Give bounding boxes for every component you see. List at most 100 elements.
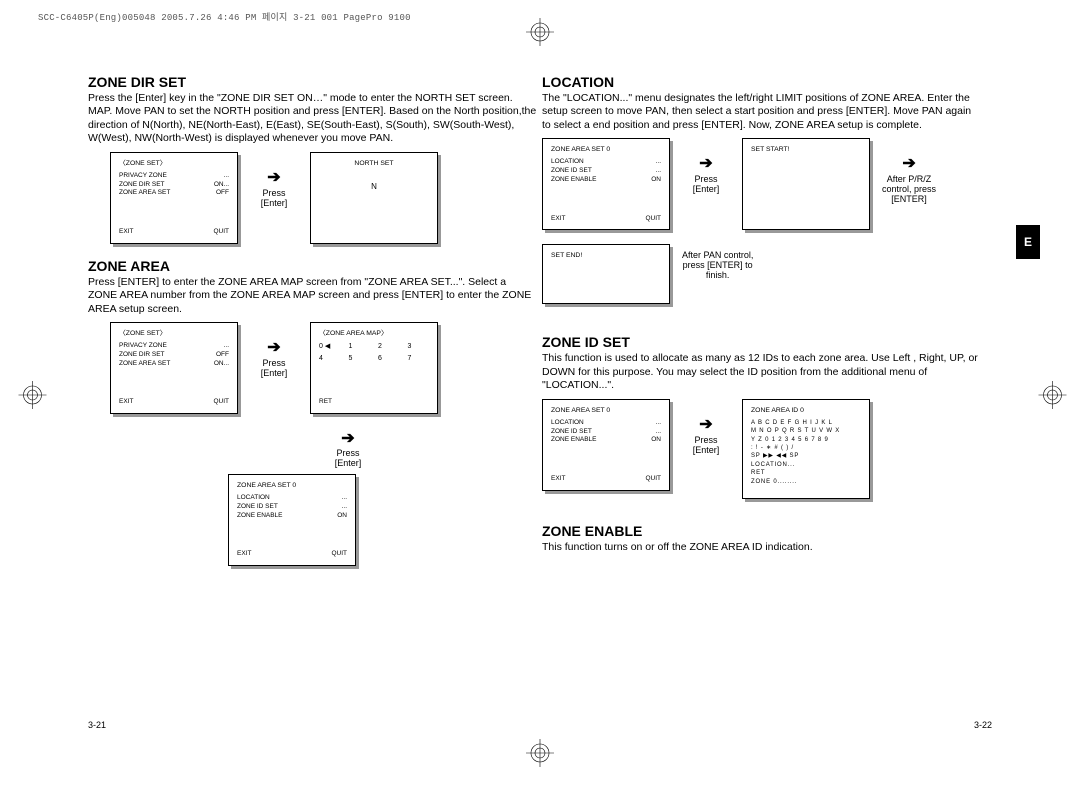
char-row: LOCATION... — [751, 461, 861, 469]
step-label: After PAN control, — [682, 250, 753, 260]
step-label: [Enter] — [693, 184, 720, 194]
crop-mark-bottom — [526, 739, 554, 772]
zone-num: 5 — [349, 354, 371, 363]
osd-value: ... — [656, 158, 661, 167]
osd-label: ZONE ENABLE — [551, 436, 597, 445]
char-row: ZONE 0........ — [751, 478, 861, 486]
osd-title: ZONE AREA SET 0 — [551, 145, 661, 154]
osd-value: ... — [656, 167, 661, 176]
step-label: [Enter] — [261, 198, 288, 208]
osd-title: SET END! — [551, 251, 661, 260]
osd-label: ZONE ID SET — [551, 167, 592, 176]
osd-quit: QUIT — [331, 550, 347, 559]
step-press-enter: ➔ Press [Enter] — [250, 322, 298, 378]
step-label: [ENTER] — [891, 194, 927, 204]
crop-mark-right — [1034, 381, 1067, 409]
osd-value: ON... — [214, 181, 229, 190]
step-after-pan: After PAN control, press [ENTER] to fini… — [682, 244, 753, 280]
osd-value: ON... — [214, 360, 229, 369]
osd-value: ... — [656, 419, 661, 428]
osd-exit: EXIT — [551, 475, 565, 484]
osd-zone-area-id: ZONE AREA ID 0 A B C D E F G H I J K L M… — [742, 399, 870, 499]
osd-zone-set-1: 〈ZONE SET〉 PRIVACY ZONE... ZONE DIR SET O… — [110, 152, 238, 244]
osd-quit: QUIT — [213, 228, 229, 237]
step-label: Press — [262, 188, 285, 198]
left-page: ZONE DIR SET Press the [Enter] key in th… — [88, 70, 538, 730]
osd-label: ZONE ENABLE — [551, 176, 597, 185]
arrow-right-icon: ➔ — [699, 156, 712, 172]
osd-title: NORTH SET — [319, 159, 429, 168]
zone-num: 3 — [408, 342, 430, 351]
step-label: finish. — [706, 270, 730, 280]
char-row: : ! - ∗ # ( ) / — [751, 444, 861, 452]
step-label: control, press — [882, 184, 936, 194]
osd-label: ZONE DIR SET — [119, 181, 165, 190]
osd-quit: QUIT — [645, 215, 661, 224]
page-number: 3-22 — [974, 720, 992, 730]
osd-label: LOCATION — [551, 158, 584, 167]
char-row: SP ▶▶ ◀◀ SP — [751, 452, 861, 460]
osd-ret: RET — [319, 398, 332, 407]
osd-north-value: N — [319, 182, 429, 193]
section-title-zone-dir-set: ZONE DIR SET — [88, 74, 538, 90]
zone-num: 7 — [408, 354, 430, 363]
osd-label: LOCATION — [237, 494, 270, 503]
step-press-enter: ➔ Press [Enter] — [682, 138, 730, 194]
arrow-right-icon: ➔ — [902, 156, 915, 172]
osd-zone-set-2: 〈ZONE SET〉 PRIVACY ZONE... ZONE DIR SETO… — [110, 322, 238, 414]
step-label: Press — [694, 435, 717, 445]
arrow-right-icon: ➔ — [267, 170, 280, 186]
language-tab: E — [1016, 225, 1040, 259]
section-title-zone-id-set: ZONE ID SET — [542, 334, 992, 350]
osd-label: PRIVACY ZONE — [119, 172, 167, 181]
osd-title: 〈ZONE AREA MAP〉 — [319, 329, 429, 338]
char-row: M N O P Q R S T U V W X — [751, 427, 861, 435]
step-label: Press — [694, 174, 717, 184]
arrow-right-icon: ➔ — [267, 340, 280, 356]
osd-title: ZONE AREA SET 0 — [551, 406, 661, 415]
osd-value: OFF — [216, 351, 229, 360]
step-press-enter: ➔ Press [Enter] — [682, 399, 730, 455]
osd-exit: EXIT — [119, 228, 133, 237]
osd-quit: QUIT — [213, 398, 229, 407]
zone-num: 4 — [319, 354, 341, 363]
osd-label: ZONE ENABLE — [237, 512, 283, 521]
osd-quit: QUIT — [645, 475, 661, 484]
section-title-zone-enable: ZONE ENABLE — [542, 523, 992, 539]
step-press-enter-down: ➔ Press [Enter] — [318, 428, 378, 468]
osd-exit: EXIT — [551, 215, 565, 224]
step-label: press [ENTER] to — [683, 260, 753, 270]
right-page: LOCATION The "LOCATION..." menu designat… — [542, 70, 992, 730]
body-zone-dir-set: Press the [Enter] key in the "ZONE DIR S… — [88, 92, 538, 146]
osd-set-start: SET START! — [742, 138, 870, 230]
section-title-location: LOCATION — [542, 74, 992, 90]
body-zone-enable: This function turns on or off the ZONE A… — [542, 541, 992, 554]
osd-title: ZONE AREA ID 0 — [751, 406, 861, 415]
print-header: SCC-C6405P(Eng)005048 2005.7.26 4:46 PM … — [38, 10, 411, 23]
step-label: [Enter] — [693, 445, 720, 455]
osd-value: ... — [656, 428, 661, 437]
osd-label: PRIVACY ZONE — [119, 342, 167, 351]
osd-label: ZONE AREA SET — [119, 360, 170, 369]
osd-title: ZONE AREA SET 0 — [237, 481, 347, 490]
osd-value: ... — [224, 342, 229, 351]
osd-value: ON — [337, 512, 347, 521]
osd-value: ... — [342, 494, 347, 503]
osd-value: ... — [224, 172, 229, 181]
body-location: The "LOCATION..." menu designates the le… — [542, 92, 992, 132]
osd-zone-area-map: 〈ZONE AREA MAP〉 0 ◀ 1 2 3 4 5 6 7 RET — [310, 322, 438, 414]
zone-num: 1 — [349, 342, 371, 351]
arrow-down-icon: ➔ — [341, 428, 354, 448]
osd-value: OFF — [216, 189, 229, 198]
osd-label: ZONE ID SET — [551, 428, 592, 437]
osd-label: LOCATION — [551, 419, 584, 428]
osd-title: 〈ZONE SET〉 — [119, 159, 229, 168]
body-zone-area: Press [ENTER] to enter the ZONE AREA MAP… — [88, 276, 538, 316]
osd-zone-area-set: ZONE AREA SET 0 LOCATION... ZONE ID SET.… — [228, 474, 356, 566]
char-row: RET — [751, 469, 861, 477]
osd-title: 〈ZONE SET〉 — [119, 329, 229, 338]
osd-zone-area-set: ZONE AREA SET 0 LOCATION... ZONE ID SET.… — [542, 138, 670, 230]
osd-label: ZONE AREA SET — [119, 189, 170, 198]
step-label: Press — [336, 448, 359, 458]
crop-mark-left — [14, 381, 47, 409]
